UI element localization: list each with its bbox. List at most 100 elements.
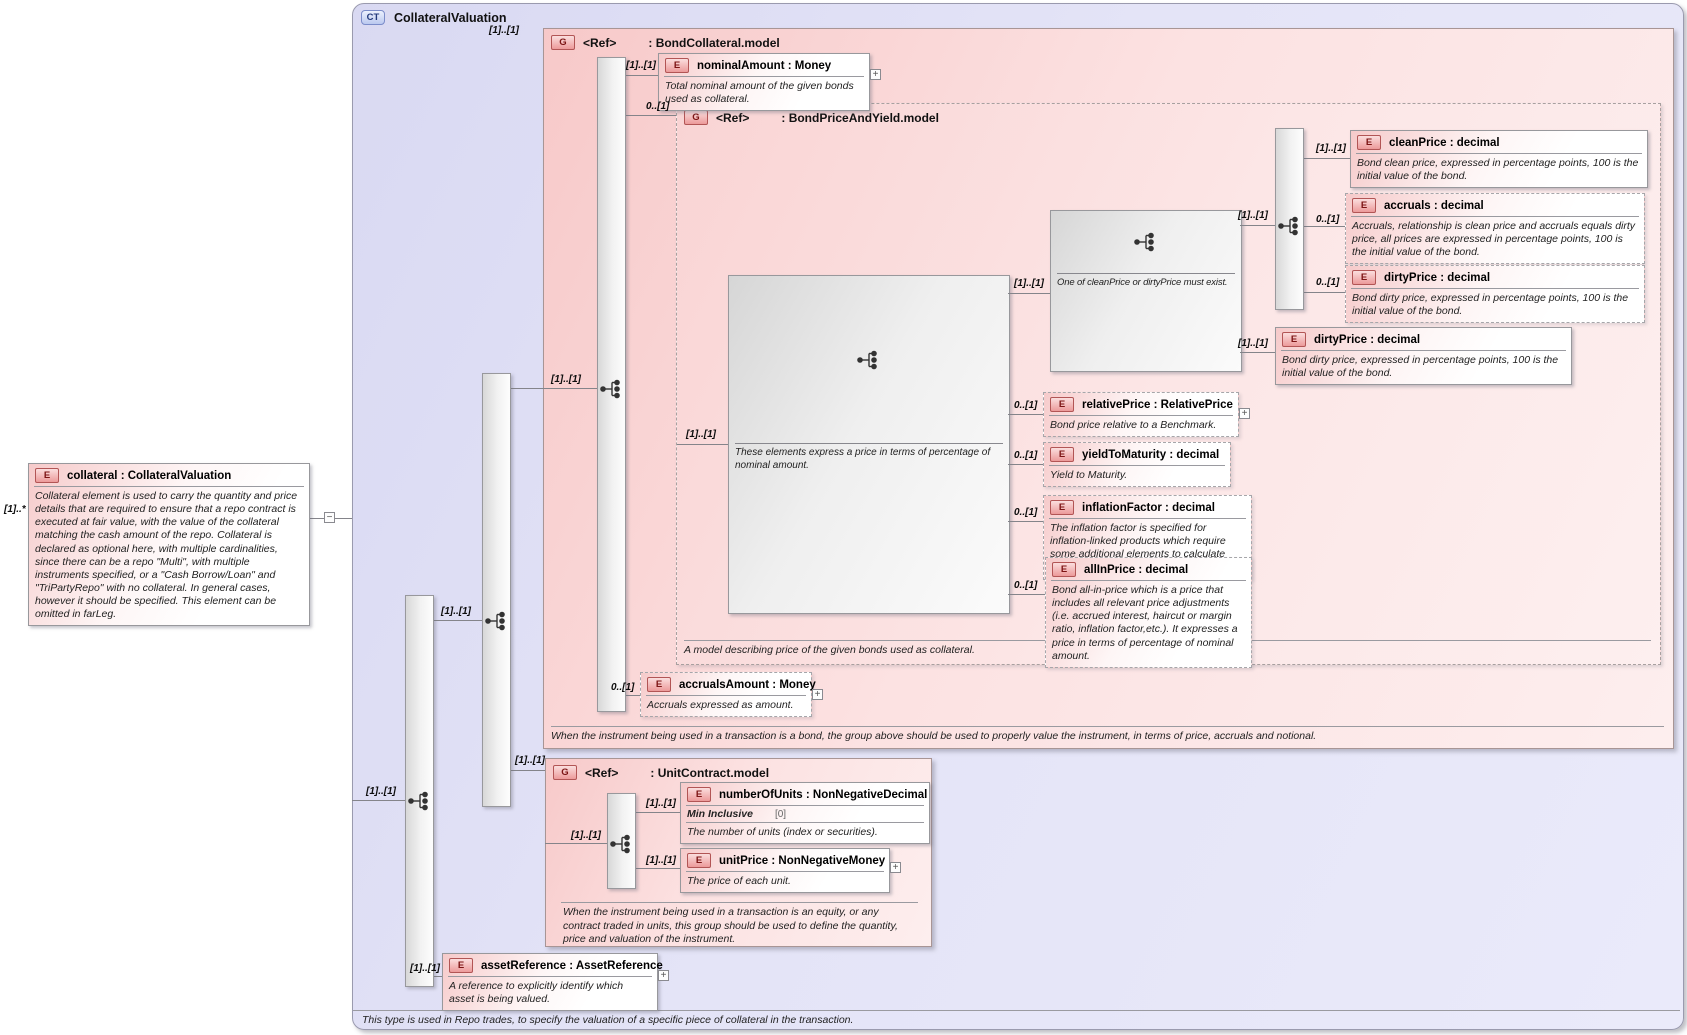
element-badge-icon: E xyxy=(647,677,671,692)
group-ref-label: <Ref> xyxy=(583,36,616,50)
cardinality-label: 0..[1] xyxy=(646,101,669,112)
element-nominalAmount[interactable]: E nominalAmount : Money Total nominal am… xyxy=(658,53,870,111)
element-title: inflationFactor : decimal xyxy=(1082,502,1215,514)
element-collateral-title: collateral : CollateralValuation xyxy=(67,470,231,482)
expand-icon[interactable]: + xyxy=(890,862,901,873)
connector-line xyxy=(624,695,640,696)
element-accruals[interactable]: E accruals : decimal Accruals, relations… xyxy=(1345,193,1645,264)
sequence-bar xyxy=(482,373,511,807)
expand-icon[interactable]: + xyxy=(658,970,669,981)
sequence-icon xyxy=(610,834,634,854)
cardinality-label: 0..[1] xyxy=(1014,580,1037,591)
sequence-icon xyxy=(1278,216,1302,236)
element-badge-icon: E xyxy=(1352,270,1376,285)
element-doc: Accruals expressed as amount. xyxy=(641,696,811,716)
element-title: accrualsAmount : Money xyxy=(679,679,816,691)
sequence-icon xyxy=(408,791,432,811)
xsd-schema-diagram: CT CollateralValuation This type is used… xyxy=(0,0,1687,1035)
element-cleanPrice[interactable]: E cleanPrice : decimal Bond clean price,… xyxy=(1350,130,1648,188)
element-doc: Bond all-in-price which is a price that … xyxy=(1046,581,1251,667)
complextype-header: CT CollateralValuation xyxy=(353,4,1683,31)
element-doc: Accruals, relationship is clean price an… xyxy=(1346,217,1644,263)
connector-line xyxy=(1240,352,1275,353)
connector-line xyxy=(509,388,597,389)
facet-name: Min Inclusive xyxy=(687,808,753,820)
element-doc: Total nominal amount of the given bonds … xyxy=(659,77,869,110)
element-title: unitPrice : NonNegativeMoney xyxy=(719,855,885,867)
element-badge-icon: E xyxy=(665,58,689,73)
element-unitPrice[interactable]: E unitPrice : NonNegativeMoney The price… xyxy=(680,848,890,893)
sequence-bar xyxy=(1275,128,1304,310)
group-footer-divider xyxy=(551,726,1664,727)
element-title: yieldToMaturity : decimal xyxy=(1082,449,1219,461)
element-doc: Bond price relative to a Benchmark. xyxy=(1044,416,1238,436)
expand-icon[interactable]: + xyxy=(1239,408,1250,419)
sequence-note-text: These elements express a price in terms … xyxy=(729,444,1009,475)
element-badge-icon: E xyxy=(1052,562,1076,577)
connector-line xyxy=(1008,594,1045,595)
group-bondcollateral-footer: When the instrument being used in a tran… xyxy=(551,730,1661,744)
element-doc: Bond dirty price, expressed in percentag… xyxy=(1346,289,1644,322)
choice-note-box: One of cleanPrice or dirtyPrice must exi… xyxy=(1050,210,1242,372)
group-bondcollateral-header[interactable]: G <Ref> : BondCollateral.model xyxy=(544,29,1673,56)
cardinality-label: 0..[1] xyxy=(1316,277,1339,288)
element-accrualsAmount[interactable]: E accrualsAmount : Money Accruals expres… xyxy=(640,672,812,717)
group-bondpriceandyield-name: : BondPriceAndYield.model xyxy=(781,111,939,125)
sequence-icon xyxy=(729,276,1009,443)
element-dirtyPrice-optional[interactable]: E dirtyPrice : decimal Bond dirty price,… xyxy=(1345,265,1645,323)
element-title: numberOfUnits : NonNegativeDecimal xyxy=(719,789,927,801)
connector-line xyxy=(545,843,607,844)
cardinality-label: [1]..[1] xyxy=(626,60,656,71)
group-ref-label: <Ref> xyxy=(585,766,618,780)
expand-icon[interactable]: + xyxy=(870,69,881,80)
connector-line xyxy=(1302,292,1345,293)
group-badge-icon: G xyxy=(684,110,708,125)
element-badge-icon: E xyxy=(1357,135,1381,150)
expand-icon[interactable]: + xyxy=(812,689,823,700)
element-collateral-doc: Collateral element is used to carry the … xyxy=(29,487,309,625)
group-badge-icon: G xyxy=(551,35,575,50)
cardinality-label: 0..[1] xyxy=(1014,450,1037,461)
element-numberOfUnits[interactable]: E numberOfUnits : NonNegativeDecimal Min… xyxy=(680,782,930,844)
connector-line xyxy=(1008,521,1043,522)
element-doc: The number of units (index or securities… xyxy=(681,823,929,843)
cardinality-label: [1]..* xyxy=(4,504,26,515)
group-unitcontract-name: : UnitContract.model xyxy=(650,766,769,780)
connector-line xyxy=(624,75,658,76)
cardinality-label: 0..[1] xyxy=(1316,214,1339,225)
element-title: cleanPrice : decimal xyxy=(1389,137,1500,149)
cardinality-label: [1]..[1] xyxy=(1316,143,1346,154)
element-title: assetReference : AssetReference xyxy=(481,960,663,972)
element-badge-icon: E xyxy=(1050,447,1074,462)
cardinality-label: [1]..[1] xyxy=(1238,338,1268,349)
group-bondcollateral-name: : BondCollateral.model xyxy=(648,36,779,50)
cardinality-label: [1]..[1] xyxy=(686,429,716,440)
element-title: nominalAmount : Money xyxy=(697,60,831,72)
element-doc: The price of each unit. xyxy=(681,872,889,892)
cardinality-label: [1]..[1] xyxy=(1238,210,1268,221)
connector-line xyxy=(1240,225,1275,226)
element-allInPrice[interactable]: E allInPrice : decimal Bond all-in-price… xyxy=(1045,557,1252,668)
element-yieldToMaturity[interactable]: E yieldToMaturity : decimal Yield to Mat… xyxy=(1043,442,1231,487)
element-title: dirtyPrice : decimal xyxy=(1384,272,1490,284)
group-ref-label: <Ref> xyxy=(716,111,749,125)
element-title: allInPrice : decimal xyxy=(1084,564,1188,576)
cardinality-label: [1]..[1] xyxy=(366,786,396,797)
element-doc: Bond clean price, expressed in percentag… xyxy=(1351,154,1647,187)
collapse-icon[interactable]: − xyxy=(324,512,335,523)
connector-line xyxy=(634,868,680,869)
element-dirtyPrice-required[interactable]: E dirtyPrice : decimal Bond dirty price,… xyxy=(1275,327,1572,385)
element-assetReference[interactable]: E assetReference : AssetReference A refe… xyxy=(442,953,658,1011)
element-title: dirtyPrice : decimal xyxy=(1314,334,1420,346)
element-badge-icon: E xyxy=(1352,198,1376,213)
element-collateral[interactable]: E collateral : CollateralValuation Colla… xyxy=(28,463,310,626)
element-badge-icon: E xyxy=(1282,332,1306,347)
connector-line xyxy=(1302,226,1345,227)
element-title: accruals : decimal xyxy=(1384,200,1484,212)
cardinality-label: [1]..[1] xyxy=(551,374,581,385)
element-relativePrice[interactable]: E relativePrice : RelativePrice Bond pri… xyxy=(1043,392,1239,437)
sequence-bar xyxy=(597,57,626,712)
sequence-bar xyxy=(607,793,636,889)
connector-line xyxy=(1008,293,1050,294)
cardinality-label: 0..[1] xyxy=(1014,400,1037,411)
